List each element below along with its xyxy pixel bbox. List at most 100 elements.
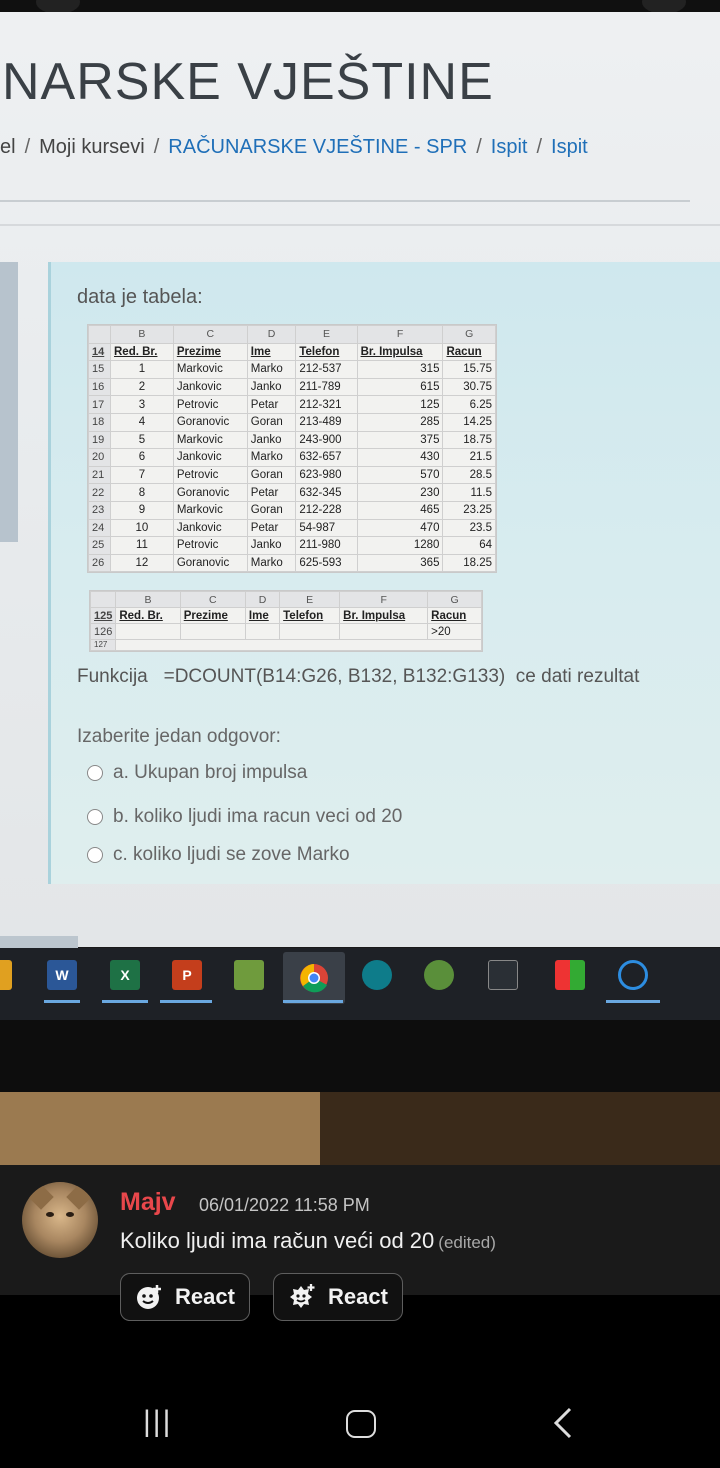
table-cell: Janko <box>246 377 297 397</box>
table-cell: 212-228 <box>295 500 358 520</box>
word-icon-letter: W <box>55 967 69 983</box>
criteria-cell <box>244 623 281 640</box>
colorful-grid-icon[interactable] <box>555 960 585 990</box>
table-cell: 211-980 <box>295 536 358 555</box>
home-button[interactable] <box>346 1410 376 1438</box>
message-body: Koliko ljudi ima račun veći od 20 <box>120 1228 435 1253</box>
react-label: React <box>328 1284 388 1309</box>
folder-icon[interactable] <box>0 960 12 990</box>
terminal-icon[interactable] <box>488 960 518 990</box>
table-cell: 365 <box>356 553 444 573</box>
excel-icon[interactable]: X <box>110 960 140 990</box>
column-header <box>89 591 117 608</box>
radio-button[interactable] <box>87 809 103 825</box>
recent-apps-button[interactable]: ||| <box>143 1405 172 1439</box>
chrome-icon[interactable] <box>283 952 345 1004</box>
table-cell: 1 <box>110 360 174 379</box>
table-cell: Markovic <box>172 360 248 379</box>
table-cell: 623-980 <box>295 465 358 485</box>
table-cell: 11 <box>110 536 174 555</box>
table-row: 22 8 Goranovic Petar 632-345 230 11.5 <box>88 483 496 502</box>
table-cell: 3 <box>110 395 174 414</box>
timestamp: 06/01/2022 11:58 PM <box>199 1195 370 1215</box>
active-indicator <box>606 1000 660 1003</box>
table-cell: 18.75 <box>442 430 496 450</box>
scroll-block <box>0 936 78 948</box>
column-header: D <box>244 591 281 608</box>
breadcrumb-item-course[interactable]: RAČUNARSKE VJEŠTINE - SPR <box>168 136 467 158</box>
arduino-icon[interactable] <box>362 960 392 990</box>
function-suffix: ce dati rezultat <box>515 666 640 687</box>
image-app-icon[interactable] <box>234 960 264 990</box>
table-cell: 211-789 <box>295 377 358 397</box>
table-cell: Goranovic <box>172 412 248 432</box>
table-cell: 10 <box>110 518 174 538</box>
breadcrumb-item-my-courses[interactable]: Moji kursevi <box>39 136 145 158</box>
table-cell: Petar <box>246 518 297 538</box>
table-row: 25 11 Petrovic Janko 211-980 1280 64 <box>88 536 496 555</box>
header-cell: Ime <box>246 342 297 362</box>
option-label: c. koliko ljudi se zove Marko <box>113 844 350 865</box>
table-cell: 7 <box>110 465 174 485</box>
table-cell: 2 <box>110 377 174 397</box>
table-cell: 213-489 <box>295 412 358 432</box>
monitor-photo: NARSKE VJEŠTINE el / Moji kursevi / RAČUNARS… <box>0 0 720 1165</box>
row-number: 21 <box>88 465 111 485</box>
column-header: F <box>339 591 429 608</box>
table-cell: Jankovic <box>172 377 248 397</box>
breadcrumb-item-exam[interactable]: Ispit <box>551 136 588 158</box>
header-cell: Racun <box>442 342 496 362</box>
table-cell: Jankovic <box>172 448 248 467</box>
answer-option-b[interactable]: b. koliko ljudi ima racun veci od 20 <box>87 806 402 828</box>
header-cell: Br. Impulsa <box>356 342 444 362</box>
row-number: 19 <box>88 430 111 450</box>
powerpoint-icon-letter: P <box>182 967 192 983</box>
criteria-cell <box>179 623 246 640</box>
column-header <box>88 325 111 344</box>
column-header: C <box>172 325 248 344</box>
avatar-eye <box>66 1212 74 1217</box>
react-super-button[interactable]: React <box>273 1273 403 1321</box>
table-cell: 430 <box>356 448 444 467</box>
left-nav-block[interactable] <box>0 262 18 542</box>
avatar[interactable] <box>22 1182 98 1258</box>
column-header: B <box>115 591 181 608</box>
active-indicator <box>44 1000 80 1003</box>
row-number: 15 <box>88 360 111 379</box>
table-cell: 21.5 <box>442 448 496 467</box>
radio-button[interactable] <box>87 847 103 863</box>
table-row: 20 6 Jankovic Marko 632-657 430 21.5 <box>88 448 496 467</box>
username[interactable]: Majv <box>120 1188 176 1217</box>
table-cell: Petrovic <box>172 465 248 485</box>
page-title: NARSKE VJEŠTINE <box>2 53 494 111</box>
radio-button[interactable] <box>87 765 103 781</box>
back-button[interactable] <box>552 1406 574 1445</box>
breadcrumb-item-home[interactable]: el <box>0 136 16 158</box>
header-cell: Red. Br. <box>110 342 174 362</box>
table-cell: 470 <box>356 518 444 538</box>
powerpoint-icon[interactable]: P <box>172 960 202 990</box>
table-cell: 8 <box>110 483 174 502</box>
react-label: React <box>175 1284 235 1309</box>
android-icon[interactable] <box>424 960 454 990</box>
row-number: 23 <box>88 500 111 520</box>
sync-icon[interactable] <box>618 960 648 990</box>
word-icon[interactable]: W <box>47 960 77 990</box>
criteria-cell <box>115 623 181 640</box>
table-cell: Marko <box>246 553 297 573</box>
table-cell: 14.25 <box>442 412 496 432</box>
table-cell: 6.25 <box>442 395 496 414</box>
header-cell: Prezime <box>179 607 246 624</box>
answer-option-a[interactable]: a. Ukupan broj impulsa <box>87 762 307 784</box>
row-number: 17 <box>88 395 111 414</box>
table-cell: 23.25 <box>442 500 496 520</box>
table-row: 19 5 Markovic Janko 243-900 375 18.75 <box>88 430 496 450</box>
breadcrumb-item-exam-section[interactable]: Ispit <box>491 136 528 158</box>
table-cell: Marko <box>246 360 297 379</box>
active-indicator <box>283 1000 343 1003</box>
answer-option-c[interactable]: c. koliko ljudi se zove Marko <box>87 844 350 866</box>
table-cell: 11.5 <box>442 483 496 502</box>
table-cell: Petar <box>246 483 297 502</box>
header-cell: Racun <box>427 607 482 624</box>
react-button[interactable]: React <box>120 1273 250 1321</box>
